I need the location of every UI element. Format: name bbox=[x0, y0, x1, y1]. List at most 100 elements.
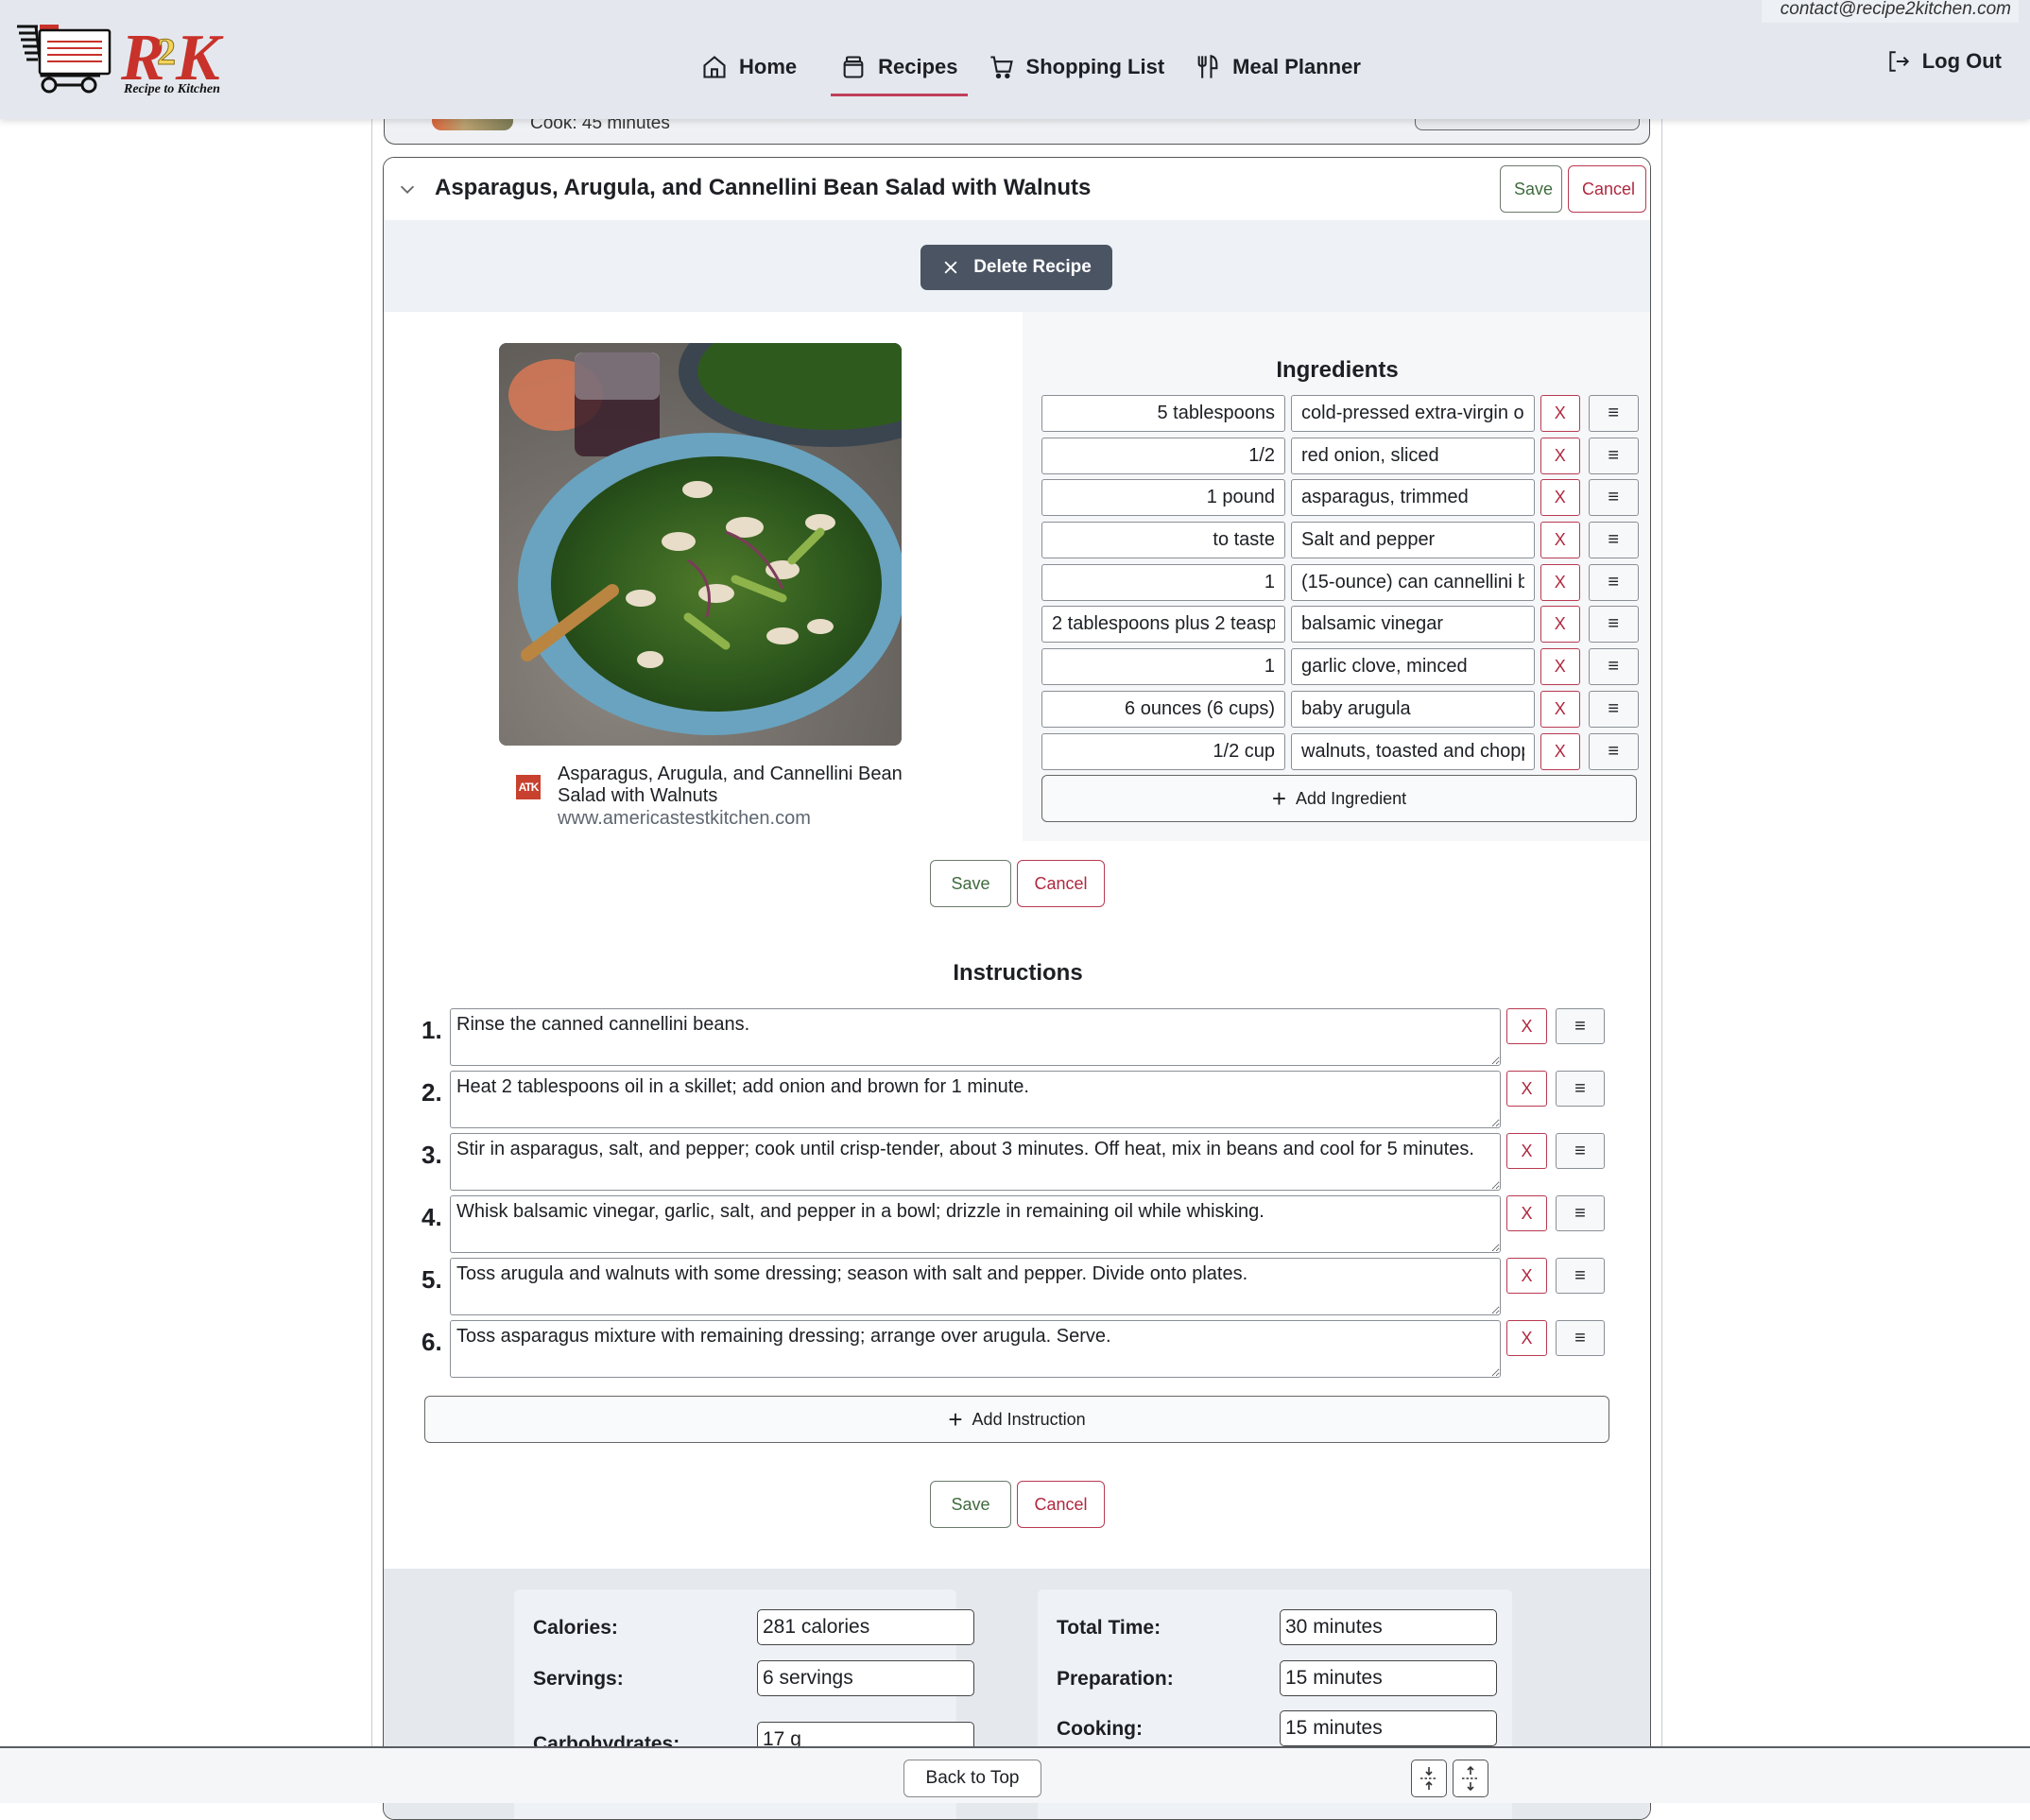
ingredients-cancel-button[interactable]: Cancel bbox=[1017, 860, 1105, 907]
back-to-top-button[interactable]: Back to Top bbox=[903, 1760, 1041, 1797]
nav-shopping-list-label: Shopping List bbox=[1025, 55, 1165, 78]
delete-recipe-button[interactable]: Delete Recipe bbox=[920, 245, 1112, 290]
header-cancel-button[interactable]: Cancel bbox=[1568, 165, 1646, 213]
ingredient-quantity-input[interactable] bbox=[1041, 437, 1285, 474]
instruction-textarea[interactable]: Whisk balsamic vinegar, garlic, salt, an… bbox=[450, 1195, 1501, 1253]
ingredient-row: X ≡ bbox=[1041, 606, 1639, 644]
r2k-logo[interactable]: R 2 K Recipe to Kitchen bbox=[15, 17, 270, 96]
ingredients-panel: Ingredients X ≡ X ≡ X bbox=[1023, 312, 1650, 841]
drag-handle-icon[interactable]: ≡ bbox=[1588, 395, 1639, 432]
instruction-textarea[interactable]: Heat 2 tablespoons oil in a skillet; add… bbox=[450, 1071, 1501, 1128]
remove-instruction-button[interactable]: X bbox=[1506, 1071, 1547, 1107]
nav-shopping-list[interactable]: Shopping List bbox=[979, 45, 1175, 89]
instructions-heading: Instructions bbox=[953, 960, 1083, 986]
remove-instruction-button[interactable]: X bbox=[1506, 1195, 1547, 1231]
calories-input[interactable] bbox=[757, 1609, 974, 1645]
nav-meal-planner[interactable]: Meal Planner bbox=[1185, 45, 1370, 89]
remove-ingredient-button[interactable]: X bbox=[1540, 395, 1580, 432]
instructions-cancel-button[interactable]: Cancel bbox=[1017, 1481, 1105, 1528]
ingredient-name-input[interactable] bbox=[1291, 437, 1535, 474]
utensils-icon bbox=[1197, 55, 1218, 78]
drag-handle-icon[interactable]: ≡ bbox=[1588, 690, 1639, 728]
ingredient-name-input[interactable] bbox=[1291, 395, 1535, 432]
instruction-row: 2. Heat 2 tablespoons oil in a skillet; … bbox=[421, 1071, 1612, 1133]
instruction-row: 5. Toss arugula and walnuts with some dr… bbox=[421, 1258, 1612, 1320]
instruction-textarea[interactable]: Toss asparagus mixture with remaining dr… bbox=[450, 1320, 1501, 1378]
remove-ingredient-button[interactable]: X bbox=[1540, 522, 1580, 559]
ingredient-quantity-input[interactable] bbox=[1041, 395, 1285, 432]
contact-email[interactable]: contact@recipe2kitchen.com bbox=[1761, 0, 2019, 23]
add-ingredient-button[interactable]: + Add Ingredient bbox=[1041, 775, 1637, 823]
ingredient-quantity-input[interactable] bbox=[1041, 522, 1285, 559]
ingredient-quantity-input[interactable] bbox=[1041, 479, 1285, 517]
drag-handle-icon[interactable]: ≡ bbox=[1588, 606, 1639, 644]
ingredient-quantity-input[interactable] bbox=[1041, 648, 1285, 686]
drag-handle-icon[interactable]: ≡ bbox=[1588, 648, 1639, 686]
ingredient-name-input[interactable] bbox=[1291, 690, 1535, 728]
nav-home[interactable]: Home bbox=[692, 45, 806, 89]
preparation-input[interactable] bbox=[1280, 1660, 1497, 1696]
drag-handle-icon[interactable]: ≡ bbox=[1588, 437, 1639, 474]
remove-ingredient-button[interactable]: X bbox=[1540, 732, 1580, 770]
remove-ingredient-button[interactable]: X bbox=[1540, 437, 1580, 474]
remove-instruction-button[interactable]: X bbox=[1506, 1258, 1547, 1294]
drag-handle-icon[interactable]: ≡ bbox=[1556, 1071, 1605, 1107]
remove-ingredient-button[interactable]: X bbox=[1540, 606, 1580, 644]
collapse-all-button[interactable] bbox=[1411, 1760, 1447, 1797]
ingredients-heading: Ingredients bbox=[1276, 357, 1399, 383]
drag-handle-icon[interactable]: ≡ bbox=[1556, 1133, 1605, 1169]
total-time-input[interactable] bbox=[1280, 1609, 1497, 1645]
instructions-list: 1. Rinse the canned cannellini beans. X … bbox=[421, 1008, 1612, 1382]
instructions-save-button[interactable]: Save bbox=[930, 1481, 1011, 1528]
ingredient-name-input[interactable] bbox=[1291, 732, 1535, 770]
drag-handle-icon[interactable]: ≡ bbox=[1556, 1195, 1605, 1231]
ingredient-row: X ≡ bbox=[1041, 395, 1639, 432]
ingredient-quantity-input[interactable] bbox=[1041, 606, 1285, 644]
drag-handle-icon[interactable]: ≡ bbox=[1588, 522, 1639, 559]
drag-handle-icon[interactable]: ≡ bbox=[1556, 1320, 1605, 1356]
ingredient-quantity-input[interactable] bbox=[1041, 690, 1285, 728]
instruction-textarea[interactable]: Rinse the canned cannellini beans. bbox=[450, 1008, 1501, 1066]
ingredient-name-input[interactable] bbox=[1291, 479, 1535, 517]
remove-instruction-button[interactable]: X bbox=[1506, 1008, 1547, 1044]
add-instruction-button[interactable]: + Add Instruction bbox=[424, 1396, 1609, 1443]
ingredient-quantity-input[interactable] bbox=[1041, 732, 1285, 770]
drag-handle-icon[interactable]: ≡ bbox=[1556, 1008, 1605, 1044]
nav-recipes[interactable]: Recipes bbox=[831, 45, 968, 96]
logout-button[interactable]: Log Out bbox=[1886, 49, 2002, 74]
add-ingredient-label: Add Ingredient bbox=[1296, 788, 1407, 808]
remove-ingredient-button[interactable]: X bbox=[1540, 563, 1580, 601]
ingredient-name-input[interactable] bbox=[1291, 563, 1535, 601]
source-url[interactable]: www.americastestkitchen.com bbox=[558, 808, 811, 830]
nutrition-row-calories: Calories: bbox=[514, 1609, 974, 1647]
instruction-textarea[interactable]: Stir in asparagus, salt, and pepper; coo… bbox=[450, 1133, 1501, 1191]
ingredient-name-input[interactable] bbox=[1291, 522, 1535, 559]
chevron-down-icon[interactable] bbox=[397, 179, 418, 199]
drag-handle-icon[interactable]: ≡ bbox=[1588, 479, 1639, 517]
drag-handle-icon[interactable]: ≡ bbox=[1588, 563, 1639, 601]
main-nav: Home Recipes Shopping List Meal Planner bbox=[692, 45, 1382, 96]
cooking-input[interactable] bbox=[1280, 1710, 1497, 1746]
ingredients-actions: Save Cancel bbox=[930, 860, 1105, 907]
remove-ingredient-button[interactable]: X bbox=[1540, 690, 1580, 728]
drag-handle-icon[interactable]: ≡ bbox=[1556, 1258, 1605, 1294]
ingredient-row: X ≡ bbox=[1041, 563, 1639, 601]
drag-handle-icon[interactable]: ≡ bbox=[1588, 732, 1639, 770]
sticky-footer: Back to Top bbox=[0, 1746, 2030, 1803]
ingredient-name-input[interactable] bbox=[1291, 606, 1535, 644]
servings-input[interactable] bbox=[757, 1660, 974, 1696]
remove-ingredient-button[interactable]: X bbox=[1540, 648, 1580, 686]
ingredients-save-button[interactable]: Save bbox=[930, 860, 1011, 907]
svg-text:Recipe to Kitchen: Recipe to Kitchen bbox=[123, 82, 220, 96]
remove-instruction-button[interactable]: X bbox=[1506, 1320, 1547, 1356]
instruction-textarea[interactable]: Toss arugula and walnuts with some dress… bbox=[450, 1258, 1501, 1315]
expand-all-button[interactable] bbox=[1453, 1760, 1488, 1797]
instruction-row: 3. Stir in asparagus, salt, and pepper; … bbox=[421, 1133, 1612, 1195]
remove-ingredient-button[interactable]: X bbox=[1540, 479, 1580, 517]
header-save-button[interactable]: Save bbox=[1500, 165, 1562, 213]
instruction-row: 4. Whisk balsamic vinegar, garlic, salt,… bbox=[421, 1195, 1612, 1258]
remove-instruction-button[interactable]: X bbox=[1506, 1133, 1547, 1169]
ingredient-quantity-input[interactable] bbox=[1041, 563, 1285, 601]
recipe-photo[interactable] bbox=[499, 343, 902, 746]
ingredient-name-input[interactable] bbox=[1291, 648, 1535, 686]
